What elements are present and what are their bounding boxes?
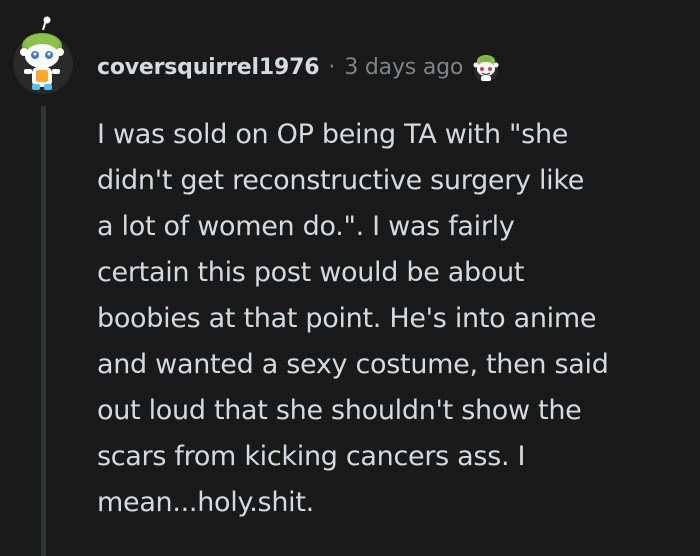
meta-separator: · [328,54,336,80]
snoo-avatar-icon [12,16,74,96]
thread-collapse-line[interactable] [41,106,46,556]
comment-body-line: certain this post would be about [97,257,525,288]
comment-body: I was sold on OP being TA with "she didn… [97,112,687,526]
comment-body-line: scars from kicking cancers ass. I [97,441,526,472]
comment-timestamp[interactable]: 3 days ago [344,55,463,80]
comment-body-line: boobies at that point. He's into anime [97,303,597,334]
comment-body-line: and wanted a sexy costume, then said [97,349,609,380]
username-link[interactable]: coversquirrel1976 [97,55,320,80]
comment-body-line: a lot of women do.". I was fairly [97,211,515,242]
comment: coversquirrel1976 · 3 days ago I was sol… [0,0,700,556]
snoo-award-icon[interactable] [469,50,503,84]
comment-body-line: didn't get reconstructive surgery like [97,165,585,196]
comment-header: coversquirrel1976 · 3 days ago [97,49,503,85]
comment-body-line: I was sold on OP being TA with "she [97,119,569,150]
comment-body-line: out loud that she shouldn't show the [97,395,582,426]
user-avatar[interactable] [12,16,74,96]
comment-body-line: mean...holy.shit. [97,487,314,518]
